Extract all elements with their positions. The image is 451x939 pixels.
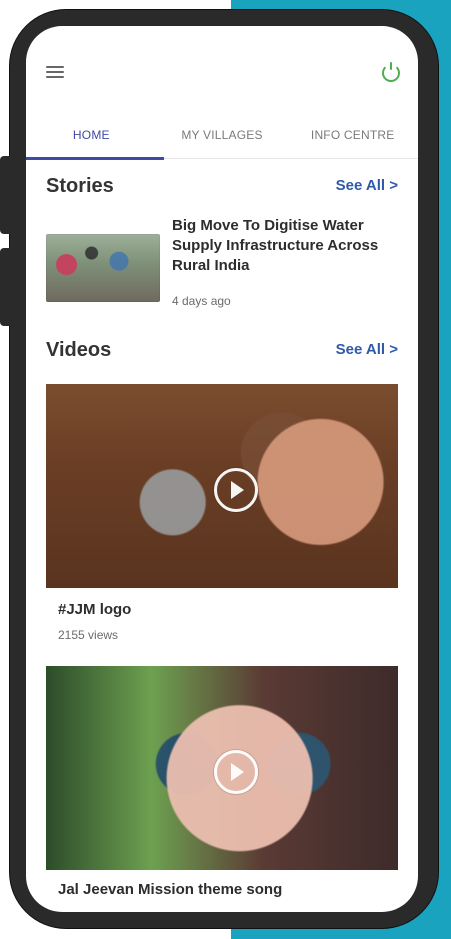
story-title: Big Move To Digitise Water Supply Infras… xyxy=(172,217,379,274)
app-screenshot: HOME MY VILLAGES INFO CENTRE Stories See… xyxy=(0,0,451,939)
video-thumbnail xyxy=(46,666,398,870)
menu-icon-line-2 xyxy=(46,71,64,73)
stories-section: Stories See All > Big Move To Digitise W… xyxy=(46,174,398,324)
video-views: 2155 views xyxy=(58,628,119,642)
app-screen: HOME MY VILLAGES INFO CENTRE Stories See… xyxy=(26,26,418,912)
tab-info-centre[interactable]: INFO CENTRE xyxy=(287,112,418,158)
phone-side-button-lower xyxy=(0,248,14,326)
menu-icon-line-1 xyxy=(46,66,64,68)
video-card[interactable]: #JJM logo 2155 views xyxy=(46,384,398,648)
active-tab-indicator xyxy=(26,157,164,160)
story-card[interactable]: Big Move To Digitise Water Supply Infras… xyxy=(46,216,398,326)
videos-section: Videos See All > #JJM logo 2155 views Ja… xyxy=(46,338,398,912)
hamburger-menu-icon[interactable] xyxy=(46,66,64,78)
stories-title: Stories xyxy=(46,175,114,197)
video-title: #JJM logo xyxy=(58,601,132,618)
story-thumbnail xyxy=(46,234,160,302)
tab-my-villages[interactable]: MY VILLAGES xyxy=(157,112,288,158)
play-icon[interactable] xyxy=(214,750,258,794)
power-icon[interactable] xyxy=(382,62,400,82)
video-title: Jal Jeevan Mission theme song xyxy=(58,881,283,898)
video-thumbnail xyxy=(46,384,398,588)
stories-see-all-link[interactable]: See All > xyxy=(336,176,398,196)
menu-icon-line-3 xyxy=(46,76,64,78)
videos-see-all-link[interactable]: See All > xyxy=(336,340,398,360)
videos-title: Videos xyxy=(46,339,112,361)
top-app-bar xyxy=(26,26,418,106)
phone-side-button-upper xyxy=(0,156,14,234)
top-tabs: HOME MY VILLAGES INFO CENTRE xyxy=(26,112,418,159)
video-card[interactable]: Jal Jeevan Mission theme song xyxy=(46,666,398,906)
play-icon[interactable] xyxy=(214,468,258,512)
story-time: 4 days ago xyxy=(172,294,231,308)
tab-home[interactable]: HOME xyxy=(26,112,157,158)
